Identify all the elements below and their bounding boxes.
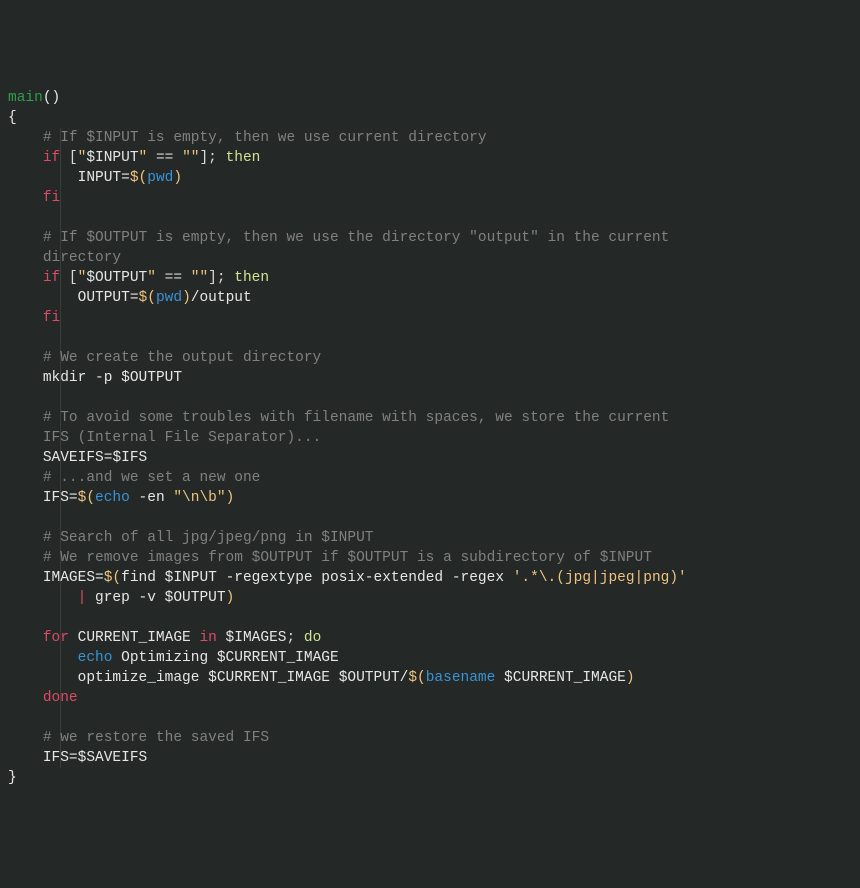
sp <box>330 670 339 686</box>
kw-then: then <box>234 270 269 286</box>
bracket-close: ]; <box>208 270 234 286</box>
kw-if: if <box>43 270 60 286</box>
code-block: main() { # If $INPUT is empty, then we us… <box>8 88 852 788</box>
assign: SAVEIFS= <box>43 450 113 466</box>
dq-empty: "" <box>182 150 199 166</box>
brace-close: } <box>8 770 17 786</box>
dq: " <box>139 150 148 166</box>
subsh-close: ) <box>226 590 235 606</box>
assign: OUTPUT= <box>78 290 139 306</box>
comment: # If $OUTPUT is empty, then we use the d… <box>43 230 678 246</box>
subsh-open: $( <box>139 290 156 306</box>
dq: " <box>147 270 156 286</box>
comment: # We remove images from $OUTPUT if $OUTP… <box>43 550 652 566</box>
subsh-open: $( <box>130 170 147 186</box>
cmd-echo: echo <box>78 650 113 666</box>
subsh-close: ) <box>182 290 191 306</box>
echo-text: Optimizing <box>112 650 216 666</box>
bracket: [ <box>60 270 77 286</box>
subsh-open: $( <box>78 490 95 506</box>
sp <box>156 570 165 586</box>
kw-if: if <box>43 150 60 166</box>
comment: directory <box>43 250 121 266</box>
comment: # we restore the saved IFS <box>43 730 269 746</box>
comment: # To avoid some troubles with filename w… <box>43 410 678 426</box>
kw-do: do <box>304 630 321 646</box>
var: $INPUT <box>86 150 138 166</box>
semi: ; <box>286 630 303 646</box>
fn-main: main <box>8 90 43 106</box>
kw-then: then <box>226 150 261 166</box>
var: $IMAGES <box>217 630 287 646</box>
brace-open: { <box>8 110 17 126</box>
comment: # Search of all jpg/jpeg/png in $INPUT <box>43 530 374 546</box>
assign: INPUT= <box>78 170 130 186</box>
kw-in: in <box>199 630 216 646</box>
kw-fi: fi <box>43 310 60 326</box>
subsh-close: ) <box>226 490 235 506</box>
comment: # ...and we set a new one <box>43 470 261 486</box>
paren: () <box>43 90 60 106</box>
find-args: -regextype posix-extended -regex <box>217 570 513 586</box>
bracket: [ <box>60 150 77 166</box>
cmd-grep: grep <box>95 590 130 606</box>
kw-fi: fi <box>43 190 60 206</box>
loop-var: CURRENT_IMAGE <box>69 630 200 646</box>
dq-string: "\n\b" <box>173 490 225 506</box>
var: $CURRENT_IMAGE <box>504 670 626 686</box>
dq-empty: "" <box>191 270 208 286</box>
subsh-close: ) <box>626 670 635 686</box>
var: $OUTPUT <box>165 590 226 606</box>
path-tail: /output <box>191 290 252 306</box>
sp <box>687 570 696 586</box>
var: $CURRENT_IMAGE <box>208 670 330 686</box>
var: $INPUT <box>165 570 217 586</box>
bracket-close: ]; <box>199 150 225 166</box>
comment: # If $INPUT is empty, then we use curren… <box>43 130 487 146</box>
cmd-pwd: pwd <box>147 170 173 186</box>
cmd-pwd: pwd <box>156 290 182 306</box>
op: == <box>147 150 182 166</box>
sp <box>495 670 504 686</box>
slash: / <box>400 670 409 686</box>
cmd-mkdir: mkdir -p <box>43 370 121 386</box>
echo-args: -en <box>130 490 174 506</box>
var: $OUTPUT <box>86 270 147 286</box>
op: == <box>156 270 191 286</box>
comment: IFS (Internal File Separator)... <box>43 430 321 446</box>
cmd-echo: echo <box>95 490 130 506</box>
fn-call: optimize_image <box>78 670 209 686</box>
var: $IFS <box>112 450 147 466</box>
subsh-close: ) <box>173 170 182 186</box>
subsh-open: $( <box>104 570 121 586</box>
cmd-find: find <box>121 570 156 586</box>
comment: # We create the output directory <box>43 350 321 366</box>
subsh-open: $( <box>408 670 425 686</box>
assign: IMAGES= <box>43 570 104 586</box>
cmd-basename: basename <box>426 670 496 686</box>
grep-args: -v <box>130 590 165 606</box>
var: $CURRENT_IMAGE <box>217 650 339 666</box>
var: $OUTPUT <box>121 370 182 386</box>
sp <box>86 590 95 606</box>
sq-regex: '.*\.(jpg|jpeg|png)' <box>513 570 687 586</box>
var: $OUTPUT <box>339 670 400 686</box>
kw-for: for <box>43 630 69 646</box>
var: $SAVEIFS <box>78 750 148 766</box>
